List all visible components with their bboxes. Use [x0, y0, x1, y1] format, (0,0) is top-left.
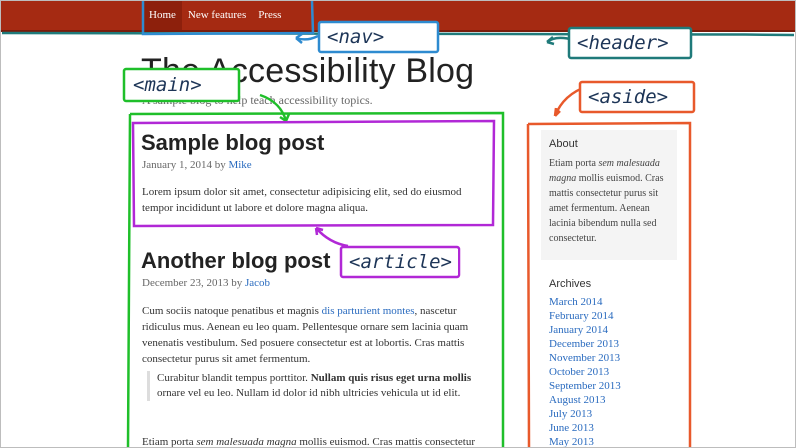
nav-tag-label: <nav>	[321, 24, 391, 50]
post-body: Lorem ipsum dolor sit amet, consectetur …	[142, 186, 462, 214]
archive-item: March 2014	[549, 295, 621, 309]
post-em-text: sem malesuada magna	[196, 436, 297, 448]
header-outline	[1, 31, 795, 37]
post-meta: December 23, 2013 by Jacob	[142, 277, 270, 289]
archive-item: January 2014	[549, 323, 621, 337]
post-author-link[interactable]: Jacob	[245, 277, 270, 289]
quote-bold-text: Nullam quis risus eget urna mollis	[310, 372, 472, 384]
archive-link[interactable]: March 2014	[549, 296, 602, 308]
nav-home-link[interactable]: Home	[143, 0, 182, 30]
post-text: Etiam porta	[142, 436, 197, 448]
nav-new-features-link[interactable]: New features	[182, 0, 252, 30]
post-title: Another blog post	[141, 248, 331, 273]
archives-list: March 2014 February 2014 January 2014 De…	[549, 295, 621, 448]
archive-link[interactable]: October 2013	[549, 366, 609, 378]
post-title: Sample blog post	[141, 130, 325, 155]
main-nav: Home New features Press	[143, 0, 287, 30]
archive-link[interactable]: December 2013	[549, 338, 619, 350]
header-tag-label: <header>	[571, 30, 675, 56]
archive-link[interactable]: February 2014	[549, 310, 613, 322]
post-body: Cum sociis natoque penatibus et magnis d…	[142, 303, 487, 367]
post-body: Etiam porta sem malesuada magna mollis e…	[142, 434, 492, 448]
archive-link[interactable]: August 2013	[549, 394, 606, 406]
archive-link[interactable]: May 2013	[549, 436, 594, 448]
header-bar	[0, 0, 796, 32]
archive-item: August 2013	[549, 393, 621, 407]
quote-text: ornare vel eu leo. Nullam id dolor id ni…	[157, 387, 461, 399]
about-widget: About Etiam porta sem malesuada magna mo…	[541, 130, 677, 260]
archives-heading: Archives	[549, 278, 592, 290]
post-meta: January 1, 2014 by Mike	[142, 159, 252, 171]
post-by: by	[231, 277, 243, 289]
nav-arrow	[295, 32, 319, 44]
archive-item: July 2013	[549, 407, 621, 421]
post-inline-link[interactable]: dis parturient montes	[322, 305, 415, 317]
about-text-part: Etiam porta	[549, 158, 599, 169]
post-text: mollis euismod. Cras mattis consectetur	[296, 436, 476, 448]
archive-item: February 2014	[549, 309, 621, 323]
archive-item: December 2013	[549, 337, 621, 351]
quote-text: Curabitur blandit tempus porttitor.	[157, 372, 311, 384]
post-text: Cum sociis natoque penatibus et magnis	[142, 305, 322, 317]
article-tag-label: <article>	[343, 249, 458, 275]
archive-link[interactable]: November 2013	[549, 352, 620, 364]
post-blockquote: Curabitur blandit tempus porttitor. Null…	[147, 371, 487, 401]
aside-tag-label: <aside>	[582, 84, 675, 110]
archive-link[interactable]: September 2013	[549, 380, 621, 392]
archive-item: May 2013	[549, 435, 621, 448]
archive-link[interactable]: July 2013	[549, 408, 592, 420]
post-date: January 1, 2014	[142, 159, 212, 171]
archive-item: September 2013	[549, 379, 621, 393]
archive-link[interactable]: January 2014	[549, 324, 608, 336]
post-by: by	[214, 159, 226, 171]
article-arrow	[314, 226, 349, 248]
post-author-link[interactable]: Mike	[228, 159, 251, 171]
post-date: December 23, 2013	[142, 277, 229, 289]
header-arrow	[546, 36, 575, 46]
main-tag-label: <main>	[127, 72, 208, 98]
nav-press-link[interactable]: Press	[252, 0, 287, 30]
about-text: Etiam porta sem malesuada magna mollis e…	[549, 156, 669, 246]
archive-item: November 2013	[549, 351, 621, 365]
archive-link[interactable]: June 2013	[549, 422, 594, 434]
about-heading: About	[549, 138, 578, 150]
archive-item: October 2013	[549, 365, 621, 379]
archive-item: June 2013	[549, 421, 621, 435]
